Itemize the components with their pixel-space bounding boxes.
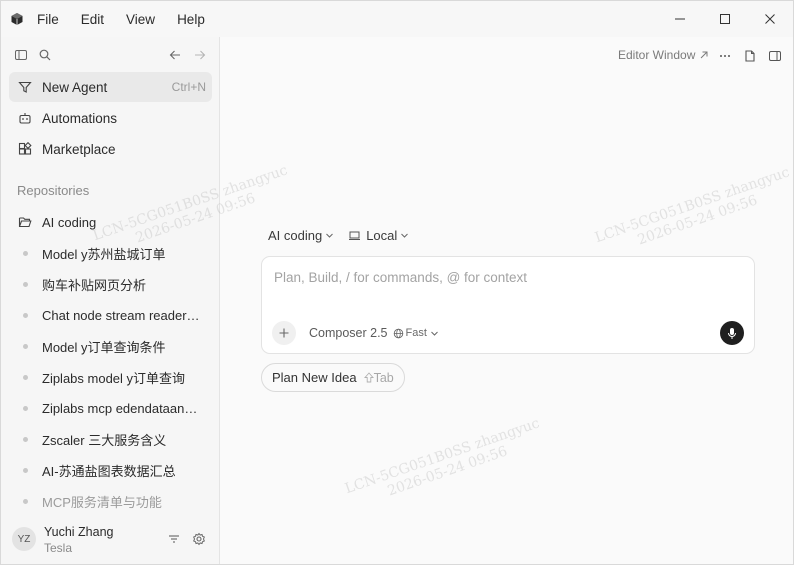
bullet-icon — [17, 245, 33, 261]
bullet-icon — [17, 307, 33, 323]
shortcut-hint: Ctrl+N — [171, 80, 206, 94]
folder-open-icon — [17, 214, 33, 230]
composer-box: Composer 2.5 Fast — [261, 256, 755, 354]
environment-selector[interactable]: Local — [348, 228, 409, 243]
bullet-icon — [17, 400, 33, 416]
forward-arrow-icon[interactable] — [193, 48, 207, 62]
environment-selector-label: Local — [366, 228, 398, 243]
nav-new-agent[interactable]: New Agent Ctrl+N — [9, 72, 212, 102]
maximize-icon — [720, 14, 730, 24]
project-selector-label: AI coding — [268, 228, 323, 243]
sidebar-toolbar — [1, 37, 220, 71]
project-selector[interactable]: AI coding — [268, 228, 334, 243]
grid-blocks-icon — [17, 141, 33, 157]
voice-input-button[interactable] — [720, 321, 744, 345]
chevron-down-icon — [431, 331, 438, 336]
minimize-icon — [675, 18, 685, 20]
repo-label: Model y苏州盐城订单 — [42, 246, 166, 262]
repo-label: Zscaler 三大服务含义 — [42, 432, 167, 448]
external-arrow-icon — [701, 51, 708, 59]
close-icon — [765, 14, 775, 24]
user-org: Tesla — [44, 541, 73, 555]
search-icon[interactable] — [38, 48, 52, 62]
model-label: Composer 2.5 — [309, 326, 388, 340]
editor-window-label: Editor Window — [618, 48, 696, 62]
funnel-icon — [17, 79, 33, 95]
context-selectors: AI coding Local — [268, 228, 423, 243]
toggle-panel-icon[interactable] — [768, 49, 782, 63]
nav-label: Marketplace — [42, 141, 116, 157]
speed-badge: Fast — [393, 327, 441, 339]
prompt-input[interactable] — [274, 267, 734, 287]
list-item[interactable]: Model y订单查询条件 — [9, 332, 212, 360]
list-item[interactable]: MCP服务清单与功能 — [9, 487, 212, 515]
app-logo-icon — [11, 13, 23, 25]
bullet-icon — [17, 462, 33, 478]
close-button[interactable] — [747, 1, 793, 37]
list-item[interactable]: Model y苏州盐城订单 — [9, 239, 212, 267]
repo-label: Chat node stream reader ... — [42, 307, 200, 323]
plan-hint-label: Tab — [373, 370, 394, 385]
menu-file[interactable]: File — [37, 12, 59, 27]
microphone-icon — [728, 327, 736, 339]
repo-folder-label: AI coding — [42, 214, 97, 230]
repo-label: AI-苏通盐图表数据汇总 — [42, 463, 176, 479]
title-bar: File Edit View Help — [1, 1, 793, 37]
repositories-heading: Repositories — [17, 183, 90, 198]
menu-view[interactable]: View — [126, 12, 155, 27]
nav-automations[interactable]: Automations — [9, 103, 212, 133]
chevron-down-icon — [326, 233, 334, 238]
user-name: Yuchi Zhang — [44, 525, 114, 539]
editor-window-button[interactable]: Editor Window — [618, 48, 709, 62]
repo-label: Ziplabs mcp edendataana... — [42, 400, 200, 416]
avatar[interactable]: YZ — [12, 527, 36, 551]
globe-icon — [393, 328, 403, 338]
bullet-icon — [17, 369, 33, 385]
filter-icon[interactable] — [167, 532, 181, 546]
list-item[interactable]: AI-苏通盐图表数据汇总 — [9, 456, 212, 484]
user-profile[interactable]: YZ Yuchi Zhang Tesla — [1, 519, 220, 564]
list-item[interactable]: 购车补贴网页分析 — [9, 270, 212, 298]
shortcut-hint: Tab — [363, 370, 394, 385]
toggle-sidebar-icon[interactable] — [14, 48, 28, 62]
robot-icon — [17, 110, 33, 126]
nav-label: Automations — [42, 110, 118, 126]
repo-label: Model y订单查询条件 — [42, 339, 166, 355]
plan-new-idea-button[interactable]: Plan New Idea Tab — [261, 363, 405, 392]
chevron-down-icon — [401, 233, 409, 238]
list-item[interactable]: Ziplabs model y订单查询 — [9, 363, 212, 391]
nav-marketplace[interactable]: Marketplace — [9, 134, 212, 164]
bullet-icon — [17, 431, 33, 447]
speed-label: Fast — [405, 327, 427, 339]
new-file-icon[interactable] — [743, 49, 757, 63]
maximize-button[interactable] — [702, 1, 748, 37]
laptop-icon — [349, 231, 361, 240]
plus-icon — [279, 328, 289, 338]
shift-key-icon — [363, 372, 374, 383]
bullet-icon — [17, 276, 33, 292]
list-item[interactable]: Zscaler 三大服务含义 — [9, 425, 212, 453]
nav-label: New Agent — [42, 79, 108, 95]
app-window: File Edit View Help New Agent Ctrl+N Aut… — [0, 0, 794, 565]
menu-edit[interactable]: Edit — [81, 12, 104, 27]
back-arrow-icon[interactable] — [168, 48, 182, 62]
more-options-icon[interactable] — [718, 49, 732, 63]
repo-label: Ziplabs model y订单查询 — [42, 370, 186, 386]
menu-help[interactable]: Help — [177, 12, 205, 27]
bullet-icon — [17, 338, 33, 354]
list-item[interactable]: Chat node stream reader ... — [9, 301, 212, 329]
gear-icon[interactable] — [192, 532, 206, 546]
menu-bar: File Edit View Help — [37, 1, 227, 37]
bullet-icon — [17, 493, 33, 509]
sidebar: New Agent Ctrl+N Automations Marketplace… — [1, 37, 220, 564]
repo-folder[interactable]: AI coding — [9, 208, 212, 236]
minimize-button[interactable] — [657, 1, 703, 37]
repo-label: 购车补贴网页分析 — [42, 277, 147, 293]
model-selector[interactable]: Composer 2.5 Fast — [309, 326, 441, 340]
add-attachment-button[interactable] — [272, 321, 296, 345]
repo-label: MCP服务清单与功能 — [42, 494, 162, 510]
main-panel: Editor Window AI coding Local Plan, Buil… — [221, 37, 793, 564]
plan-button-label: Plan New Idea — [272, 370, 357, 385]
list-item[interactable]: Ziplabs mcp edendataana... — [9, 394, 212, 422]
